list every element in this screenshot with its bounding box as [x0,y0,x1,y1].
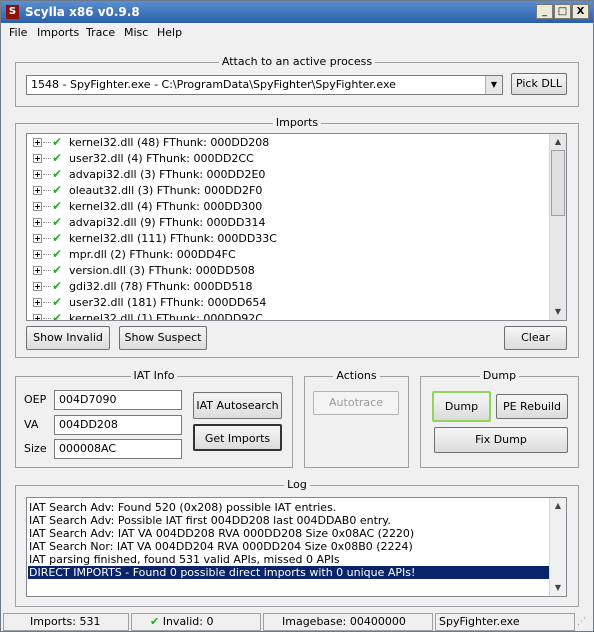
clear-button[interactable]: Clear [504,326,567,350]
menu-misc[interactable]: Misc [124,26,148,39]
log-line[interactable]: IAT parsing finished, found 531 valid AP… [28,553,340,566]
log-group-title: Log [284,478,310,491]
process-select-value: 1548 - SpyFighter.exe - C:\ProgramData\S… [31,78,396,91]
dump-button[interactable]: Dump [432,391,491,422]
status-imagebase: Imagebase: 00400000 [263,613,433,631]
expand-icon[interactable] [33,266,42,275]
status-module: SpyFighter.exe [435,613,575,631]
menu-file[interactable]: File [9,26,27,39]
va-input[interactable]: 004DD208 [54,415,182,435]
menu-trace[interactable]: Trace [86,26,115,39]
title-bar[interactable]: S Scylla x86 v0.9.8 _ □ X [1,1,593,23]
check-icon: ✔ [52,151,63,165]
app-icon: S [6,5,19,19]
size-label: Size [24,442,47,455]
log-list[interactable]: IAT Search Adv: Found 520 (0x208) possib… [26,497,567,597]
iat-info-group-title: IAT Info [130,369,178,382]
iat-autosearch-button[interactable]: IAT Autosearch [193,392,282,419]
check-icon: ✔ [52,263,63,277]
check-icon: ✔ [52,215,63,229]
close-button[interactable]: X [572,4,589,19]
menu-help[interactable]: Help [157,26,182,39]
oep-input[interactable]: 004D7090 [54,390,182,410]
log-scrollbar[interactable]: ▲ ▼ [549,498,566,596]
check-icon: ✔ [52,311,63,321]
fix-dump-button[interactable]: Fix Dump [434,427,568,453]
log-line[interactable]: IAT Search Adv: Found 520 (0x208) possib… [28,501,336,514]
process-select[interactable]: 1548 - SpyFighter.exe - C:\ProgramData\S… [26,75,503,95]
maximize-button[interactable]: □ [554,4,571,19]
expand-icon[interactable] [33,250,42,259]
expand-icon[interactable] [33,282,42,291]
status-invalid-text: Invalid: 0 [162,615,214,628]
autotrace-button[interactable]: Autotrace [313,391,399,415]
check-icon: ✔ [52,167,63,181]
size-input[interactable]: 000008AC [54,439,182,459]
scroll-up-icon[interactable]: ▲ [550,134,566,150]
actions-group: Actions [304,369,409,468]
dropdown-arrow-icon[interactable]: ▼ [485,76,502,94]
expand-icon[interactable] [33,138,42,147]
log-line[interactable]: IAT Search Adv: Possible IAT first 004DD… [28,514,391,527]
resize-grip-icon[interactable]: ⋰ [577,615,591,629]
pick-dll-button[interactable]: Pick DLL [511,73,567,95]
log-line[interactable]: IAT Search Adv: IAT VA 004DD208 RVA 000D… [28,527,414,540]
attach-group-title: Attach to an active process [218,55,376,68]
scylla-window: S Scylla x86 v0.9.8 _ □ X File Imports T… [0,0,594,632]
check-icon: ✔ [52,199,63,213]
expand-icon[interactable] [33,186,42,195]
check-icon: ✔ [52,279,63,293]
check-icon: ✔ [52,183,63,197]
get-imports-button[interactable]: Get Imports [193,424,282,451]
menu-imports[interactable]: Imports [37,26,79,39]
log-line-selected[interactable]: DIRECT IMPORTS - Found 0 possible direct… [28,566,553,579]
log-line[interactable]: IAT Search Nor: IAT VA 004DD204 RVA 000D… [28,540,413,553]
imports-scrollbar[interactable]: ▲ ▼ [549,134,566,320]
expand-icon[interactable] [33,202,42,211]
oep-label: OEP [24,393,47,406]
imports-tree[interactable]: ✔ kernel32.dll (48) FThunk: 000DD208 ✔ use… [26,133,567,321]
minimize-button[interactable]: _ [536,4,553,19]
expand-icon[interactable] [33,234,42,243]
check-icon: ✔ [52,231,63,245]
va-label: VA [24,418,39,431]
window-title: Scylla x86 v0.9.8 [25,5,140,19]
expand-icon[interactable] [33,154,42,163]
expand-icon[interactable] [33,298,42,307]
menu-bar: File Imports Trace Misc Help [1,23,593,42]
check-icon: ✔ [52,135,63,149]
scroll-up-icon[interactable]: ▲ [550,498,566,514]
scroll-down-icon[interactable]: ▼ [550,304,566,320]
expand-icon[interactable] [33,218,42,227]
status-imports: Imports: 531 [3,613,129,631]
scroll-thumb[interactable] [551,150,565,216]
check-icon: ✔ [150,615,160,628]
check-icon: ✔ [52,247,63,261]
expand-icon[interactable] [33,170,42,179]
show-invalid-button[interactable]: Show Invalid [26,326,110,350]
scroll-down-icon[interactable]: ▼ [550,580,566,596]
imports-group-title: Imports [272,116,322,129]
actions-group-title: Actions [333,369,380,382]
pe-rebuild-button[interactable]: PE Rebuild [496,394,568,419]
dump-group: Dump [420,369,579,468]
status-invalid: ✔ Invalid: 0 [131,613,261,631]
dump-group-title: Dump [479,369,520,382]
show-suspect-button[interactable]: Show Suspect [119,326,207,350]
check-icon: ✔ [52,295,63,309]
expand-icon[interactable] [33,314,42,320]
